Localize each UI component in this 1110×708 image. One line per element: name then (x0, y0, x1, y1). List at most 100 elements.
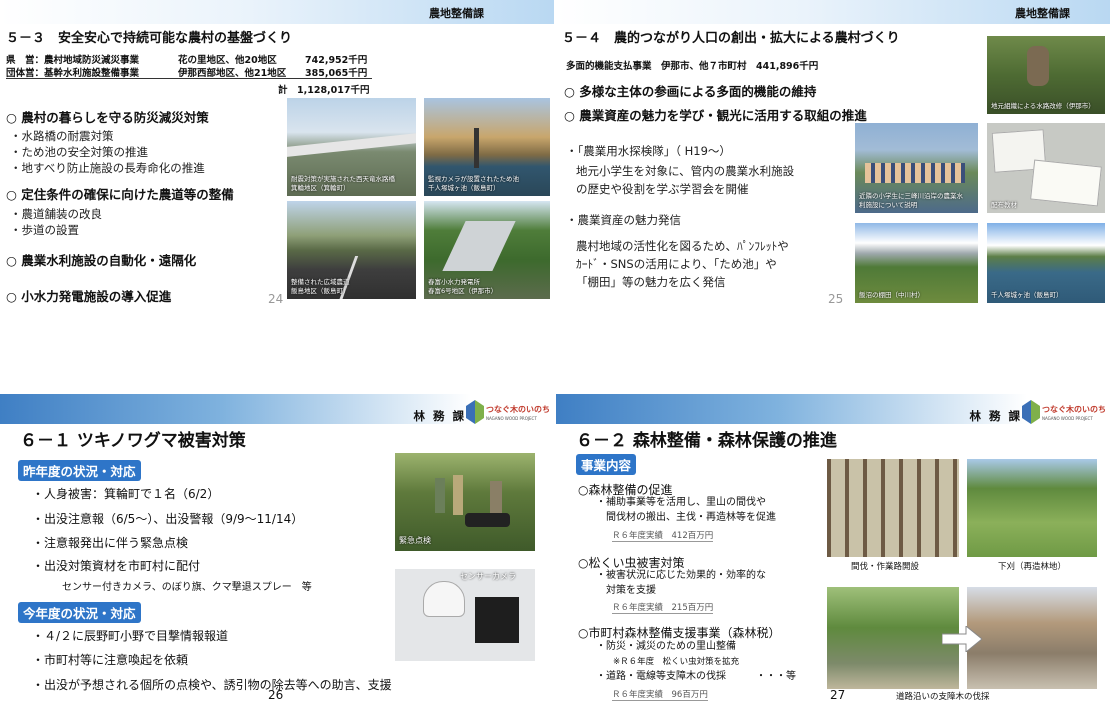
department-label: 農地整備課 (1015, 7, 1070, 20)
item-text: 農村地域の活性化を図るため、ﾊﾟﾝﾌﾚｯﾄや (576, 239, 789, 253)
logo: つなぐ木のいのち NAGANO WOOD PROJECT (466, 400, 550, 424)
section-line: 間伐材の搬出、主伐・再造林等を促進 (596, 512, 776, 523)
photo-caption: 耐震対策が実施された西天竜水路橋 箕輪地区（箕輪町） (291, 175, 395, 192)
photo-caption: 道路沿いの支障木の伐採 (896, 692, 990, 702)
photo-road: 整備された広域農道 飯島地区（飯島町） (286, 200, 417, 300)
budget-amount: 385,065千円 (305, 68, 368, 79)
slide-27: 林 務 課 つなぐ木のいのち NAGANO WOOD PROJECT ６－２ 森… (556, 354, 1110, 708)
section-line: ・道路・電線等支障木の伐採 ・・・等 (596, 671, 796, 682)
logo-text: つなぐ木のいのち (1042, 405, 1106, 414)
photo-pond: 監視カメラが設置されたため池 千人塚城ヶ池（飯島町） (423, 97, 551, 197)
photo-caption: 下刈（再造林地） (998, 562, 1067, 572)
heading: ○ 定住条件の確保に向けた農道等の整備 (6, 187, 234, 202)
photo-caption: 間伐・作業路開設 (851, 562, 920, 572)
photo-caption: 整備された広域農道 飯島地区（飯島町） (291, 278, 350, 295)
heading: ○ 農業資産の魅力を学び・観光に活用する取組の推進 (564, 108, 867, 123)
photo-inspection: 緊急点検 (394, 452, 536, 552)
photo-bridge: 耐震対策が実施された西天竜水路橋 箕輪地区（箕輪町） (286, 97, 417, 197)
logo: つなぐ木のいのち NAGANO WOOD PROJECT (1022, 400, 1106, 424)
logo-subtext: NAGANO WOOD PROJECT (1042, 416, 1093, 421)
bullet: ・地すべり防止施設の長寿命化の推進 (10, 161, 205, 175)
photo-before (826, 586, 960, 690)
section-result: Ｒ６年度実績 215百万円 (612, 603, 714, 614)
page-number: 26 (268, 688, 284, 702)
section-pill: 今年度の状況・対応 (18, 602, 141, 623)
budget-area: 伊那西部地区、他21地区 (178, 68, 287, 79)
photo-caption: 春富小水力発電所 春富6号地区（伊那市） (428, 278, 498, 295)
photo-channel-repair: 地元組織による水路改修（伊那市） (986, 35, 1106, 115)
heading: ○ 多様な主体の参画による多面的機能の維持 (564, 84, 817, 99)
heading: ○ 小水力発電施設の導入促進 (6, 289, 172, 304)
photo-caption: 緊急点検 (399, 536, 431, 545)
photo-pond2: 千人塚城ヶ池（飯島町） (986, 222, 1106, 304)
logo-mark-icon (466, 400, 484, 424)
department-label: 農地整備課 (429, 7, 484, 20)
bullet: ・注意報発出に伴う緊急点検 (32, 536, 189, 550)
photo-weeding (966, 458, 1098, 558)
bullet: ・４/２に辰野町小野で目撃情報報道 (32, 629, 229, 643)
photo-after (966, 586, 1098, 690)
bullet: ・人身被害：箕輪町で１名（6/2） (32, 487, 220, 501)
bullet: ・農道舗装の改良 (10, 207, 102, 221)
photo-terraces: 飯沼の棚田（中川村） (854, 222, 979, 304)
section-line: ・防災・減災のための里山整備 (596, 641, 736, 652)
section-result: Ｒ６年度実績 412百万円 (612, 531, 714, 542)
budget-label: 団体営：基幹水利施設整備事業 (6, 68, 140, 79)
budget-line: 多面的機能支払事業 伊那市、他７市町村 441,896千円 (566, 61, 819, 72)
slide-title: ５－４ 農的つながり人口の創出・拡大による農村づくり (562, 31, 900, 46)
heading: ○ 農業水利施設の自動化・遠隔化 (6, 253, 197, 268)
arrow-right-icon (942, 626, 982, 652)
page-number: 27 (830, 688, 846, 702)
logo-mark-icon (1022, 400, 1040, 424)
item-text: の歴史や役割を学ぶ学習会を開催 (576, 182, 749, 196)
photo-materials: 配布教材 (986, 122, 1106, 214)
sub-note: センサー付きカメラ、のぼり旗、クマ撃退スプレー 等 (62, 582, 312, 593)
section-line: ・被害状況に応じた効果的・効率的な (596, 570, 766, 581)
section-heading: ○市町村森林整備支援事業（森林税） (578, 626, 781, 640)
item-text: 「棚田」等の魅力を広く発信 (576, 275, 726, 289)
department-label: 林 務 課 (413, 409, 466, 423)
photo-caption: 配布教材 (991, 201, 1017, 209)
photo-caption: 地元組織による水路改修（伊那市） (991, 102, 1095, 110)
budget-label: 県 営：農村地域防災減災事業 (6, 55, 140, 66)
photo-thinning (826, 458, 960, 558)
slide-26: 林 務 課 つなぐ木のいのち NAGANO WOOD PROJECT ６－１ ツ… (0, 354, 554, 708)
department-label: 林 務 課 (969, 409, 1022, 423)
bullet: ・市町村等に注意喚起を依頼 (32, 653, 189, 667)
photo-caption: 千人塚城ヶ池（飯島町） (991, 291, 1063, 299)
budget-area: 花の里地区、他20地区 (178, 55, 277, 66)
heading: ○ 農村の暮らしを守る防災減災対策 (6, 110, 209, 125)
photo-caption: センサーカメラ (460, 572, 516, 581)
section-line: ・補助事業等を活用し、里山の間伐や (596, 497, 766, 508)
bullet: ・歩道の設置 (10, 223, 79, 237)
page-number: 24 (268, 292, 284, 306)
logo-subtext: NAGANO WOOD PROJECT (486, 416, 537, 421)
item-text: 地元小学生を対象に、管内の農業水利施設 (576, 164, 795, 178)
item-text: ｶｰﾄﾞ・SNSの活用により、「ため池」や (576, 257, 777, 271)
bullet: ・水路橋の耐震対策 (10, 129, 114, 143)
bullet: ・出没が予想される個所の点検や、誘引物の除去等への助言、支援 (32, 678, 392, 692)
slide-title: ５－３ 安全安心で持続可能な農村の基盤づくり (6, 31, 293, 46)
budget-amount: 742,952千円 (305, 55, 368, 66)
bullet: ・出没対策資材を市町村に配付 (32, 559, 201, 573)
section-pill: 事業内容 (576, 454, 637, 475)
logo-text: つなぐ木のいのち (486, 405, 550, 414)
section-line: ※Ｒ６年度 松くい虫対策を拡充 (596, 657, 740, 667)
photo-sensor-camera: センサーカメラ (394, 568, 536, 662)
slide-title: ６－１ ツキノワグマ被害対策 (20, 431, 246, 451)
divider (6, 78, 372, 79)
photo-hydro: 春富小水力発電所 春富6号地区（伊那市） (423, 200, 551, 300)
budget-total: 計 1,128,017千円 (278, 85, 370, 96)
photo-caption: 飯沼の棚田（中川村） (859, 291, 924, 299)
item-title: ・農業資産の魅力発信 (566, 213, 681, 227)
section-result: Ｒ６年度実績 96百万円 (612, 690, 708, 701)
slide-title: ６－２ 森林整備・森林保護の推進 (576, 431, 837, 451)
page-number: 25 (828, 292, 844, 306)
photo-students: 近隣の小学生に三峰川沿岸の農業水 利施設について説明 (854, 122, 979, 214)
bullet: ・ため池の安全対策の推進 (10, 145, 148, 159)
slide-24: 農地整備課 ５－３ 安全安心で持続可能な農村の基盤づくり 県 営：農村地域防災減… (0, 0, 554, 354)
photo-caption: 近隣の小学生に三峰川沿岸の農業水 利施設について説明 (859, 192, 963, 209)
slide-25: 農地整備課 ５－４ 農的つながり人口の創出・拡大による農村づくり 多面的機能支払… (556, 0, 1110, 354)
bullet: ・出没注意報（6/5～）、出没警報（9/9～11/14） (32, 512, 304, 526)
photo-caption: 監視カメラが設置されたため池 千人塚城ヶ池（飯島町） (428, 175, 519, 192)
